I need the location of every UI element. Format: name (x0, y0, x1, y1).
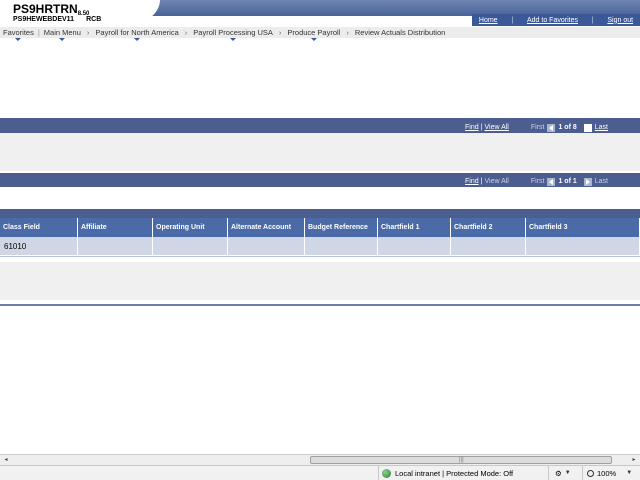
grid-header-row: Class Field Affiliate Operating Unit Alt… (0, 218, 640, 237)
chevron-down-icon (59, 38, 66, 41)
grip-icon: ||| (459, 457, 464, 463)
server-info: PS9HEWEBDEV11 RCB (13, 16, 101, 23)
nav-divider: | (480, 124, 483, 131)
cell-budget-reference (305, 237, 378, 255)
next-arrow-icon[interactable] (583, 123, 592, 132)
first-link: First (530, 124, 545, 131)
find-link[interactable]: Find (465, 178, 479, 185)
section-body-1 (0, 133, 640, 171)
chevron-down-icon: ▼ (564, 470, 571, 476)
divider (0, 256, 640, 257)
chartfield-grid: Class Field Affiliate Operating Unit Alt… (0, 218, 640, 255)
cell-operating-unit (153, 237, 228, 255)
breadcrumb-payroll-north-america[interactable]: Payroll for North America (95, 28, 179, 41)
chevron-right-icon: › (184, 28, 188, 37)
chevron-right-icon: › (86, 28, 90, 37)
breadcrumb-favorites[interactable]: Favorites (3, 28, 34, 41)
col-budget-reference[interactable]: Budget Reference (305, 218, 378, 237)
view-all-link: View All (484, 178, 509, 185)
find-link[interactable]: Find (465, 124, 479, 131)
grid-title-bar (0, 209, 640, 218)
breadcrumb-review-actuals: Review Actuals Distribution (354, 28, 446, 37)
user-code: RCB (86, 16, 102, 23)
globe-icon (382, 468, 391, 478)
chevron-down-icon (134, 38, 141, 41)
chevron-right-icon: › (346, 28, 349, 37)
row-count: 1 of 8 (558, 124, 577, 131)
next-arrow-icon (583, 177, 592, 186)
cell-chartfield-3 (526, 237, 640, 255)
col-alternate-account[interactable]: Alternate Account (228, 218, 305, 237)
zoom-icon (587, 469, 594, 477)
previous-arrow-icon (547, 177, 556, 186)
cell-chartfield-1 (378, 237, 451, 255)
home-link[interactable]: Home (479, 17, 498, 24)
cell-class-field: 61010 (0, 237, 78, 255)
col-chartfield-2[interactable]: Chartfield 2 (451, 218, 526, 237)
zoom-control[interactable]: 100% ▼ (582, 466, 640, 480)
chevron-down-icon (15, 38, 22, 41)
cell-affiliate (78, 237, 153, 255)
col-chartfield-3[interactable]: Chartfield 3 (526, 218, 640, 237)
cell-chartfield-2 (451, 237, 526, 255)
scroll-left-icon[interactable]: ◂ (1, 455, 11, 465)
header-curve (100, 0, 160, 27)
status-bar: Local intranet | Protected Mode: Off ⚙ ▼… (0, 465, 640, 480)
scroll-right-icon[interactable]: ▸ (629, 455, 639, 465)
system-name: PS9HRTRN8.50 (13, 2, 90, 17)
chevron-down-icon (230, 38, 237, 41)
sign-out-link[interactable]: Sign out (607, 17, 633, 24)
col-affiliate[interactable]: Affiliate (78, 218, 153, 237)
link-separator: | (591, 16, 594, 24)
col-operating-unit[interactable]: Operating Unit (153, 218, 228, 237)
scroll-thumb[interactable]: ||| (310, 456, 612, 464)
col-class-field[interactable]: Class Field (0, 218, 78, 237)
chevron-down-icon (310, 38, 317, 41)
zoom-level: 100% (597, 468, 617, 478)
section-body-3 (0, 262, 640, 300)
row-count: 1 of 1 (558, 178, 577, 185)
table-row: 61010 (0, 237, 640, 255)
cell-alternate-account (228, 237, 305, 255)
section-body-2 (0, 187, 640, 209)
previous-arrow-icon (547, 123, 556, 132)
chevron-down-icon: ▼ (626, 470, 633, 476)
add-to-favorites-link[interactable]: Add to Favorites (527, 17, 578, 24)
breadcrumb-divider: | (37, 28, 40, 37)
breadcrumb-produce-payroll[interactable]: Produce Payroll (287, 28, 340, 41)
browser-page: PS9HRTRN8.50 PS9HEWEBDEV11 RCB Home | Add… (0, 0, 640, 480)
protected-mode-button[interactable]: ⚙ ▼ (548, 466, 582, 480)
last-link[interactable]: Last (595, 124, 608, 131)
chevron-right-icon: › (278, 28, 282, 37)
security-zone[interactable]: Local intranet | Protected Mode: Off (378, 466, 548, 480)
shield-icon: ⚙ (555, 468, 562, 478)
breadcrumb-main-menu[interactable]: Main Menu (44, 28, 81, 41)
nav-divider: | (480, 178, 483, 185)
zone-label: Local intranet | Protected Mode: Off (395, 468, 514, 478)
col-chartfield-1[interactable]: Chartfield 1 (378, 218, 451, 237)
first-link: First (530, 178, 545, 185)
divider (0, 304, 640, 306)
last-link: Last (594, 178, 608, 185)
header-links: Home | Add to Favorites | Sign out (472, 14, 640, 26)
portal-header: PS9HRTRN8.50 PS9HEWEBDEV11 RCB Home | Add… (0, 0, 640, 27)
horizontal-scrollbar[interactable]: ◂ ||| ▸ (0, 454, 640, 465)
link-separator: | (511, 16, 514, 24)
breadcrumb-payroll-processing-usa[interactable]: Payroll Processing USA (193, 28, 273, 41)
view-all-link[interactable]: View All (484, 124, 508, 131)
breadcrumb: Favorites | Main Menu › Payroll for Nort… (0, 27, 640, 41)
server-name: PS9HEWEBDEV11 (13, 16, 75, 23)
